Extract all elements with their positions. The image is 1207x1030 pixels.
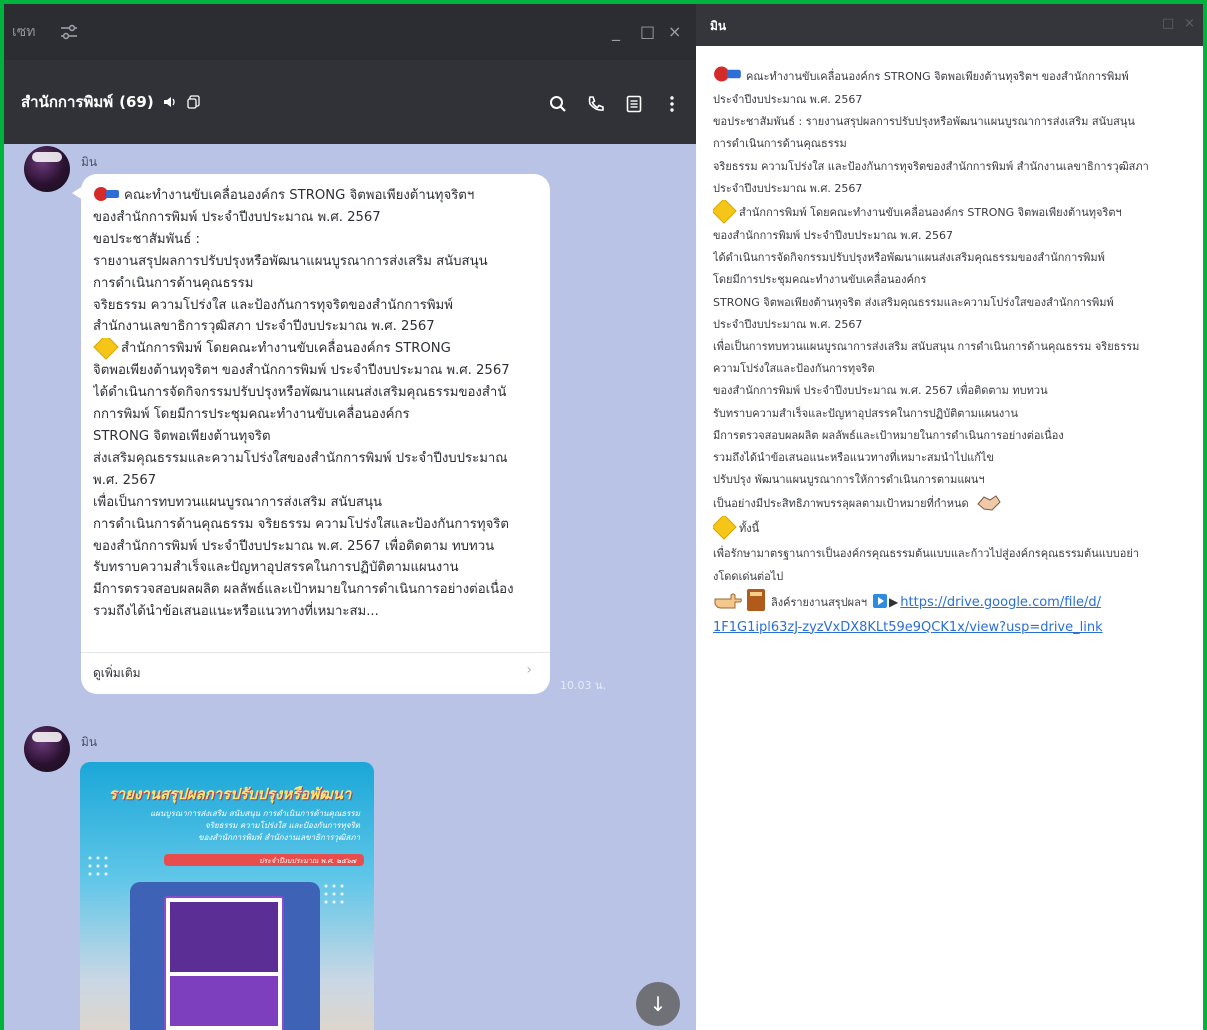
message-line: ขอประชาสัมพันธ์ :	[93, 231, 200, 247]
message-timestamp: 10.03 น.	[560, 679, 607, 692]
message-line: กการพิมพ์ โดยมีการประชุมคณะทำงานขับเคลื่…	[93, 407, 410, 423]
message-line: ของสำนักการพิมพ์ ประจำปีงบประมาณ พ.ศ. 25…	[93, 209, 381, 225]
image-message[interactable]: รายงานสรุปผลการปรับปรุงหรือพัฒนา แผนบูรณ…	[80, 762, 374, 1030]
message-line: พ.ศ. 2567	[93, 472, 157, 488]
bubble-divider	[81, 652, 550, 653]
detail-line: คณะทำงานขับเคลื่อนองค์กร STRONG จิตพอเพี…	[713, 64, 1197, 89]
message-line: มีการตรวจสอบผลผลิต ผลลัพธ์และเป้าหมายในก…	[93, 582, 514, 598]
app-frame: เซท _ □ × สำนักการพิมพ์ (69) มิน คณะทำงา…	[4, 4, 1203, 1030]
message-line: การดำเนินการด้านคุณธรรม จริยธรรม ความโปร…	[93, 516, 509, 532]
detail-line: ของสำนักการพิมพ์ ประจำปีงบประมาณ พ.ศ. 25…	[713, 384, 1048, 398]
decor-dots	[86, 854, 112, 880]
detail-line: เพื่อรักษามาตรฐานการเป็นองค์กรคุณธรรมต้น…	[713, 547, 1140, 561]
play-button-icon	[873, 593, 888, 608]
detail-line: จริยธรรม ความโปร่งใส และป้องกันการทุจริต…	[713, 159, 1149, 173]
avatar[interactable]	[24, 726, 70, 772]
detail-line: ประจำปีงบประมาณ พ.ศ. 2567	[713, 93, 863, 106]
decor-dots	[322, 882, 348, 908]
detail-line: งโดดเด่นต่อไป	[713, 570, 784, 584]
detail-line: ปรับปรุง พัฒนาแผนบูรณาการให้การดำเนินการ…	[713, 473, 985, 487]
drive-link[interactable]: https://drive.google.com/file/d/	[900, 595, 1101, 610]
detail-line: เป็นอย่างมีประสิทธิภาพบรรลุผลตามเป้าหมาย…	[713, 491, 1197, 516]
message-line: จิตพอเพียงต้านทุจริตฯ ของสำนักการพิมพ์ ป…	[93, 363, 510, 379]
detail-line: สำนักการพิมพ์ โดยคณะทำงานขับเคลื่อนองค์ก…	[713, 200, 1197, 225]
detail-title: มิน	[710, 19, 727, 33]
diamond-icon	[713, 200, 737, 224]
detail-line: การดำเนินการด้านคุณธรรม	[713, 137, 847, 151]
detail-link-line: ลิงค์รายงานสรุปผลฯ ▶ https://drive.google.…	[713, 588, 1197, 616]
detail-line: โดยมีการประชุมคณะทำงานขับเคลื่อนองค์กร	[713, 273, 927, 287]
message-line: ของสำนักการพิมพ์ ประจำปีงบประมาณ พ.ศ. 25…	[93, 538, 495, 554]
settings-sliders-icon[interactable]	[58, 21, 80, 43]
message-line: เพื่อเป็นการทบทวนแผนบูรณาการส่งเสริม สนั…	[93, 494, 382, 510]
message-line: ได้ดำเนินการจัดกิจกรรมปรับปรุงหรือพัฒนาแ…	[93, 385, 507, 401]
phone-icon[interactable]	[586, 94, 606, 114]
book-icon	[747, 588, 765, 611]
more-icon[interactable]	[662, 94, 682, 114]
poster-year-bar: ประจำปีงบประมาณ พ.ศ. ๒๕๖๗	[164, 854, 364, 866]
detail-line: ได้ดำเนินการจัดกิจกรรมปรับปรุงหรือพัฒนาแ…	[713, 251, 1105, 265]
detail-link-line: 1F1G1ipl63zJ-zyzVxDX8KLt59e9QCK1x/view?u…	[713, 616, 1197, 640]
diamond-icon	[93, 338, 119, 361]
minimize-button[interactable]: _	[612, 22, 620, 41]
chevron-right-icon[interactable]: ›	[526, 662, 532, 678]
detail-line: ประจำปีงบประมาณ พ.ศ. 2567	[713, 181, 863, 195]
notes-icon[interactable]	[624, 94, 644, 114]
poster-subtitle: แผนบูรณาการส่งเสริม สนับสนุน การดำเนินกา…	[150, 809, 360, 842]
play-arrow-icon: ▶	[889, 594, 899, 609]
message-line: รายงานสรุปผลการปรับปรุงหรือพัฒนาแผนบูรณา…	[93, 253, 488, 269]
detail-line: รวมถึงได้นำข้อเสนอแนะหรือแนวทางที่เหมาะส…	[713, 451, 994, 465]
message-line: สำนักการพิมพ์ โดยคณะทำงานขับเคลื่อนองค์ก…	[93, 338, 538, 361]
detail-line: เพื่อเป็นการทบทวนแผนบูรณาการส่งเสริม สนั…	[713, 340, 1140, 354]
maximize-button[interactable]: □	[1162, 16, 1174, 31]
message-line: ส่งเสริมคุณธรรมและความโปร่งใสของสำนักการ…	[93, 450, 508, 466]
poster-title: รายงานสรุปผลการปรับปรุงหรือพัฒนา	[108, 785, 352, 803]
detail-line: ทั้งนี้	[713, 516, 1197, 541]
message-detail-window: มิน □ × คณะทำงานขับเคลื่อนองค์กร STRONG …	[696, 4, 1203, 1030]
message-line: คณะทำงานขับเคลื่อนองค์กร STRONG จิตพอเพี…	[93, 185, 538, 207]
diamond-icon	[713, 516, 737, 541]
megaphone-icon	[94, 187, 119, 201]
handshake-icon	[977, 495, 1001, 511]
message-list[interactable]: มิน คณะทำงานขับเคลื่อนองค์กร STRONG จิตพ…	[4, 144, 696, 1030]
detail-line: ประจำปีงบประมาณ พ.ศ. 2567	[713, 317, 863, 331]
detail-line: ของสำนักการพิมพ์ ประจำปีงบประมาณ พ.ศ. 25…	[713, 229, 953, 243]
message-line: สำนักงานเลขาธิการวุฒิสภา ประจำปีงบประมาณ…	[93, 319, 435, 335]
detail-line: รับทราบความสำเร็จและปัญหาอุปสรรคในการปฏิ…	[713, 406, 1018, 420]
detail-text[interactable]: คณะทำงานขับเคลื่อนองค์กร STRONG จิตพอเพี…	[713, 64, 1197, 640]
avatar[interactable]	[24, 146, 70, 192]
sender-name: มิน	[81, 735, 98, 749]
detail-line: มีการตรวจสอบผลผลิต ผลลัพธ์และเป้าหมายในก…	[713, 428, 1064, 442]
chat-window: เซท _ □ × สำนักการพิมพ์ (69) มิน คณะทำงา…	[4, 4, 696, 1030]
see-more-button[interactable]: ดูเพิ่มเติม	[93, 664, 141, 683]
copy-icon[interactable]	[186, 94, 202, 110]
maximize-button[interactable]: □	[640, 22, 655, 41]
detail-line: ขอประชาสัมพันธ์ : รายงานสรุปผลการปรับปรุ…	[713, 115, 1135, 129]
detail-titlebar: มิน □ ×	[696, 4, 1203, 46]
detail-line: ความโปร่งใสและป้องกันการทุจริต	[713, 362, 875, 376]
sender-name: มิน	[81, 155, 98, 169]
pointing-hand-icon	[714, 593, 742, 609]
poster-book-graphic	[164, 896, 284, 1030]
room-title[interactable]: สำนักการพิมพ์	[21, 90, 113, 114]
detail-line: STRONG จิตพอเพียงต้านทุจริต ส่งเสริมคุณธ…	[713, 295, 1114, 309]
message-line: STRONG จิตพอเพียงต้านทุจริต	[93, 428, 271, 444]
member-count: (69)	[119, 93, 154, 111]
mute-icon[interactable]	[162, 94, 178, 110]
message-bubble[interactable]: คณะทำงานขับเคลื่อนองค์กร STRONG จิตพอเพี…	[72, 174, 550, 694]
message-line: รวมถึงได้นำข้อเสนอแนะหรือแนวทางที่เหมาะส…	[93, 604, 379, 620]
close-button[interactable]: ×	[668, 22, 681, 41]
close-button[interactable]: ×	[1184, 16, 1195, 31]
search-icon[interactable]	[548, 94, 568, 114]
drive-link[interactable]: 1F1G1ipl63zJ-zyzVxDX8KLt59e9QCK1x/view?u…	[713, 620, 1103, 635]
window-titlebar: เซท _ □ ×	[4, 4, 696, 60]
chat-header: สำนักการพิมพ์ (69)	[4, 60, 696, 144]
scroll-to-bottom-button[interactable]: ↓	[636, 982, 680, 1026]
app-label: เซท	[12, 24, 36, 40]
megaphone-icon	[714, 66, 741, 82]
message-line: รับทราบความสำเร็จและปัญหาอุปสรรคในการปฏิ…	[93, 560, 459, 576]
message-line: การดำเนินการด้านคุณธรรม	[93, 275, 254, 291]
message-line: จริยธรรม ความโปร่งใส และป้องกันการทุจริต…	[93, 297, 453, 313]
